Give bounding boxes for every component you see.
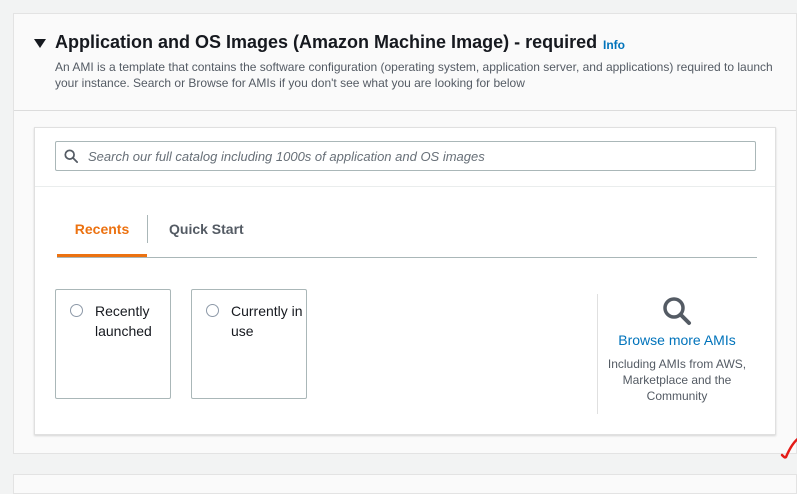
ami-selector-card: Recents Quick Start Recently launched Cu… bbox=[34, 127, 797, 459]
tab-divider bbox=[147, 215, 148, 243]
next-section-panel bbox=[13, 474, 797, 494]
search-area bbox=[35, 128, 775, 187]
tab-bar: Recents Quick Start bbox=[57, 213, 757, 258]
browse-more-panel: Browse more AMIs Including AMIs from AWS… bbox=[605, 294, 749, 404]
search-icon bbox=[64, 149, 78, 163]
red-checkmark-icon bbox=[780, 437, 797, 459]
info-link[interactable]: Info bbox=[603, 38, 625, 52]
option-label: Currently in use bbox=[231, 303, 303, 339]
radio-recently-launched[interactable] bbox=[70, 304, 83, 317]
search-input[interactable] bbox=[88, 142, 748, 170]
option-currently-in-use[interactable]: Currently in use bbox=[191, 289, 307, 399]
vertical-divider bbox=[597, 294, 598, 414]
section-title: Application and OS Images (Amazon Machin… bbox=[55, 32, 598, 52]
tab-recents[interactable]: Recents bbox=[57, 213, 147, 257]
option-recently-launched[interactable]: Recently launched bbox=[55, 289, 171, 399]
ami-section-panel: Application and OS Images (Amazon Machin… bbox=[13, 13, 797, 459]
tab-quick-start[interactable]: Quick Start bbox=[169, 213, 244, 257]
search-box[interactable] bbox=[55, 141, 756, 171]
search-icon[interactable] bbox=[662, 296, 692, 326]
browse-more-amis-link[interactable]: Browse more AMIs bbox=[605, 332, 749, 348]
collapse-caret-icon[interactable] bbox=[34, 39, 46, 48]
radio-currently-in-use[interactable] bbox=[206, 304, 219, 317]
option-label: Recently launched bbox=[95, 303, 152, 339]
browse-subtitle: Including AMIs from AWS, Marketplace and… bbox=[607, 357, 747, 403]
section-header: Application and OS Images (Amazon Machin… bbox=[14, 14, 796, 111]
section-description: An AMI is a template that contains the s… bbox=[55, 60, 773, 90]
